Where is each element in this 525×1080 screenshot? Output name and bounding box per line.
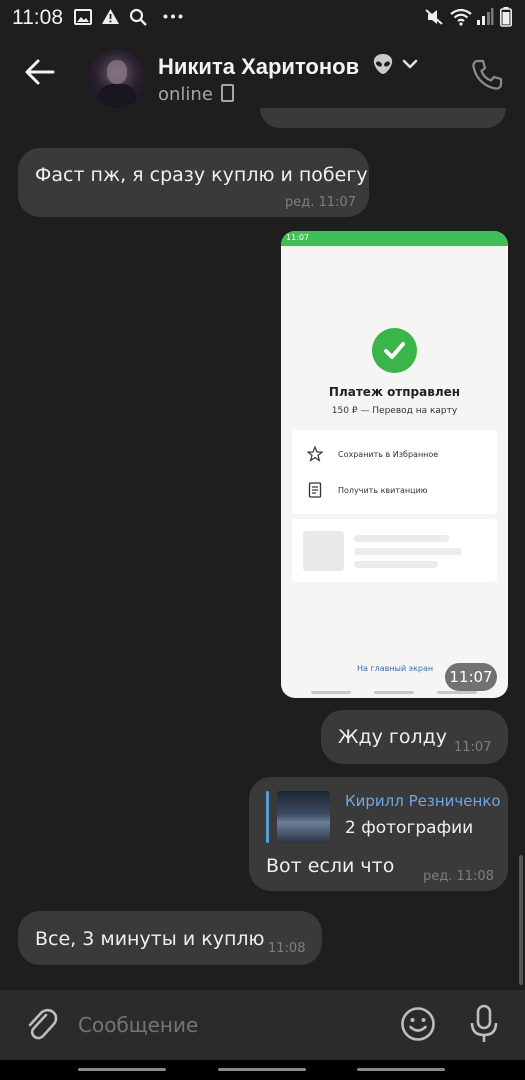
- screenshot-nav-bar: [311, 691, 351, 694]
- emoji-icon[interactable]: [399, 1005, 437, 1043]
- signal-icon: [477, 8, 494, 25]
- placeholder-card: [292, 519, 497, 582]
- star-icon: [307, 446, 323, 462]
- message-time: 11:07: [454, 740, 492, 755]
- phone-call-icon[interactable]: [470, 58, 504, 92]
- message-text: Жду голду: [338, 726, 448, 748]
- success-check-icon: [372, 328, 417, 373]
- payment-subtitle: 150 ₽ — Перевод на карту: [331, 406, 458, 416]
- message-time: ред. 11:08: [423, 869, 494, 884]
- reply-sender-name[interactable]: Кирилл Резниченко: [345, 792, 501, 810]
- option-favorites: Сохранить в Избранное: [338, 450, 439, 459]
- contact-name[interactable]: Никита Харитонов: [158, 52, 395, 80]
- message-input[interactable]: [76, 1004, 380, 1046]
- nav-home[interactable]: [218, 1068, 306, 1071]
- battery-icon: [500, 7, 512, 27]
- reply-thumbnail: [277, 791, 330, 843]
- scrollbar[interactable]: [519, 855, 523, 985]
- screenshot-status-bar: 11:07: [281, 231, 508, 246]
- message-text: Фаст пж, я сразу куплю и побегу: [35, 164, 368, 186]
- warning-icon: [102, 9, 119, 24]
- status-bar: 11:08: [0, 0, 525, 36]
- microphone-icon[interactable]: [468, 1003, 500, 1045]
- alien-icon: [374, 54, 393, 74]
- screenshot-nav-bar: [437, 691, 477, 694]
- message-time: ред. 11:07: [285, 195, 356, 210]
- online-status: online: [158, 84, 234, 105]
- payment-title: Платеж отправлен: [328, 385, 461, 399]
- screenshot-nav-bar: [374, 691, 414, 694]
- search-icon: [129, 8, 147, 26]
- contact-name-text: Никита Харитонов: [158, 54, 360, 79]
- chat-header: Никита Харитонов online: [0, 36, 525, 116]
- avatar[interactable]: [88, 50, 146, 108]
- photo-message[interactable]: 11:07 Платеж отправлен 150 ₽ — Перевод н…: [281, 231, 508, 698]
- chevron-down-icon[interactable]: [402, 58, 418, 70]
- reply-bar: [266, 791, 269, 843]
- nav-recents[interactable]: [78, 1068, 166, 1071]
- wifi-icon: [450, 8, 472, 26]
- actions-card: Сохранить в Избранное Получить квитанцию: [292, 430, 497, 514]
- system-nav-bar: [0, 1060, 525, 1080]
- attach-icon[interactable]: [24, 1006, 58, 1044]
- mute-icon: [425, 9, 443, 25]
- status-time: 11:08: [12, 6, 63, 29]
- home-screen-link: На главный экран: [357, 664, 434, 673]
- mobile-device-icon: [220, 84, 234, 102]
- online-status-text: online: [158, 84, 213, 105]
- message-time: 11:08: [268, 941, 306, 956]
- message-text: Вот если что: [266, 855, 395, 877]
- back-arrow-icon[interactable]: [24, 58, 56, 86]
- composer-bar: [0, 990, 525, 1060]
- nav-back[interactable]: [357, 1068, 445, 1071]
- image-icon: [74, 9, 92, 25]
- option-receipt: Получить квитанцию: [338, 486, 428, 495]
- more-icon: [163, 14, 183, 19]
- reply-description: 2 фотографии: [345, 818, 474, 838]
- receipt-icon: [308, 482, 322, 498]
- previous-message-bubble: [260, 108, 506, 128]
- message-text: Все, 3 минуты и куплю: [35, 928, 265, 950]
- screenshot-status-time: 11:07: [286, 233, 310, 242]
- photo-time: 11:07: [445, 663, 497, 691]
